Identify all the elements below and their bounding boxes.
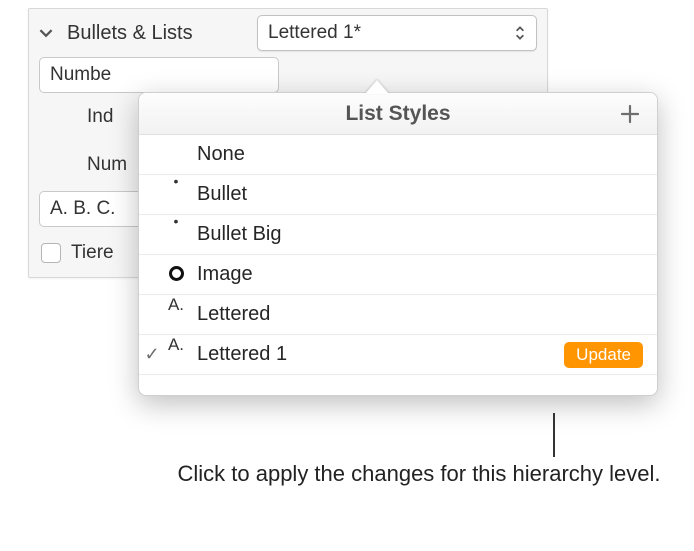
- checkmark-icon: ✓: [139, 344, 165, 365]
- add-style-button[interactable]: [613, 97, 647, 131]
- tiered-label: Tiere: [71, 242, 114, 264]
- style-item-label: Image: [197, 263, 253, 286]
- update-button[interactable]: Update: [564, 342, 643, 368]
- style-item-overflow: [139, 375, 657, 395]
- bullet-dot-icon: •: [165, 173, 187, 189]
- letter-a-icon: A.: [165, 335, 187, 355]
- letter-a-icon: A.: [165, 295, 187, 315]
- style-item-label: None: [197, 143, 245, 166]
- style-item-bullet-big[interactable]: • Bullet Big: [139, 215, 657, 255]
- section-title: Bullets & Lists: [59, 22, 193, 45]
- style-item-lettered[interactable]: A. Lettered: [139, 295, 657, 335]
- bullet-dot-icon: •: [165, 213, 187, 229]
- style-item-bullet[interactable]: • Bullet: [139, 175, 657, 215]
- list-style-select-value: Lettered 1*: [268, 22, 361, 44]
- style-item-label: Bullet Big: [197, 223, 282, 246]
- number-format-value: A. B. C.: [50, 198, 115, 220]
- style-item-none[interactable]: None: [139, 135, 657, 175]
- disclosure-chevron[interactable]: [39, 26, 53, 40]
- callout-leader-line: [553, 413, 555, 457]
- style-item-lettered-1[interactable]: ✓ A. Lettered 1 Update: [139, 335, 657, 375]
- list-style-select[interactable]: Lettered 1*: [257, 15, 537, 51]
- chevron-up-down-icon: [514, 24, 526, 42]
- tiered-checkbox[interactable]: [41, 243, 61, 263]
- list-styles-popover: List Styles None • Bullet • Bullet Big I…: [138, 92, 658, 396]
- popover-title: List Styles: [345, 102, 450, 126]
- style-item-label: Lettered: [197, 303, 270, 326]
- bullet-type-select[interactable]: Numbe: [39, 57, 279, 93]
- popover-header: List Styles: [139, 93, 657, 135]
- style-item-label: Bullet: [197, 183, 247, 206]
- style-item-label: Lettered 1: [197, 343, 287, 366]
- popover-arrow: [365, 80, 389, 94]
- callout-text: Click to apply the changes for this hier…: [174, 460, 664, 489]
- image-ring-icon: [165, 263, 187, 286]
- style-item-image[interactable]: Image: [139, 255, 657, 295]
- bullet-type-value: Numbe: [50, 64, 111, 86]
